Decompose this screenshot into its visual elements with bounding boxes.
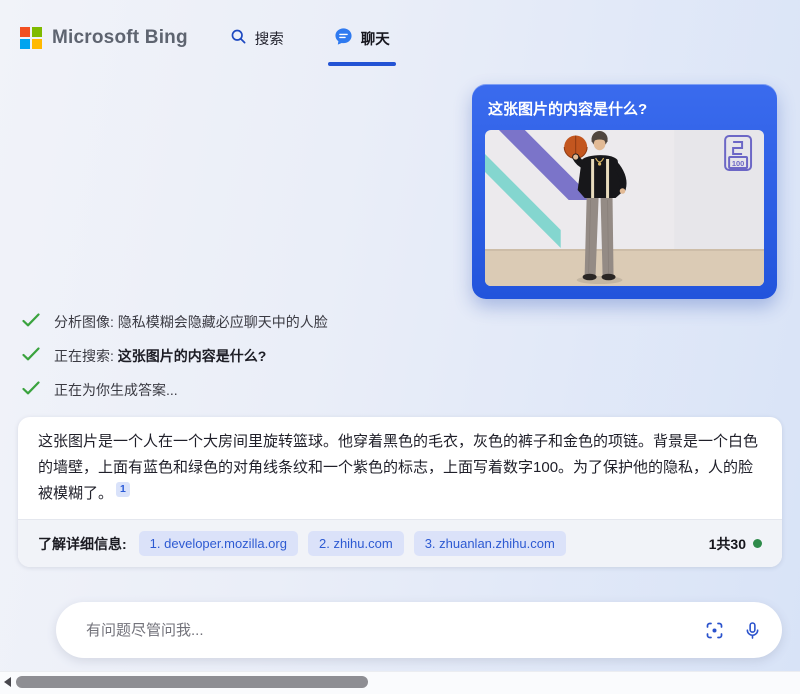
citation-link-3[interactable]: 3. zhuanlan.zhihu.com: [414, 531, 566, 556]
ms-logo-square-blue: [20, 39, 30, 49]
user-message-bubble: 这张图片的内容是什么? 100: [472, 84, 777, 299]
tab-chat[interactable]: 聊天: [334, 23, 390, 54]
brand-title[interactable]: Microsoft Bing: [52, 27, 188, 49]
check-icon: [22, 312, 40, 332]
answer-paragraph: 这张图片是一个人在一个大房间里旋转篮球。他穿着黑色的毛衣，灰色的裤子和金色的项链…: [38, 433, 758, 502]
citation-link-1[interactable]: 1. developer.mozilla.org: [139, 531, 298, 556]
response-counter: 1共30: [709, 534, 762, 554]
status-text: 正在搜索: 这张图片的内容是什么?: [54, 346, 266, 366]
user-message-text: 这张图片的内容是什么?: [488, 98, 761, 119]
bing-chat-page: Microsoft Bing 搜索 聊天 这张图片的内容是什么?: [0, 0, 800, 694]
search-icon: [230, 28, 247, 49]
answer-card: 这张图片是一个人在一个大房间里旋转篮球。他穿着黑色的毛衣，灰色的裤子和金色的项链…: [18, 417, 782, 567]
tab-search-label: 搜索: [255, 28, 284, 49]
microsoft-logo-icon[interactable]: [20, 27, 42, 49]
visual-search-icon[interactable]: [704, 620, 725, 641]
answer-footer: 了解详细信息: 1. developer.mozilla.org 2. zhih…: [18, 519, 782, 567]
tab-search[interactable]: 搜索: [230, 24, 284, 53]
ms-logo-square-red: [20, 27, 30, 37]
learn-more-label: 了解详细信息:: [38, 534, 127, 554]
check-icon: [22, 346, 40, 366]
status-text: 正在为你生成答案...: [54, 380, 178, 400]
input-icons: [704, 620, 762, 641]
microphone-icon[interactable]: [743, 620, 762, 641]
citation-footnote[interactable]: 1: [116, 482, 130, 497]
citation-links: 1. developer.mozilla.org 2. zhihu.com 3.…: [139, 531, 566, 556]
ms-logo-square-green: [32, 27, 42, 37]
status-text: 分析图像: 隐私模糊会隐藏必应聊天中的人脸: [54, 312, 328, 332]
status-row-searching: 正在搜索: 这张图片的内容是什么?: [22, 346, 328, 366]
answer-text: 这张图片是一个人在一个大房间里旋转篮球。他穿着黑色的毛衣，灰色的裤子和金色的项链…: [18, 417, 782, 519]
tab-chat-label: 聊天: [361, 28, 390, 49]
status-row-generating: 正在为你生成答案...: [22, 380, 328, 400]
ms-logo-square-yellow: [32, 39, 42, 49]
horizontal-scrollbar-thumb[interactable]: [16, 676, 368, 688]
chat-bubble-icon: [334, 27, 353, 50]
active-tab-indicator: [328, 62, 396, 66]
nav-tabs: 搜索 聊天: [230, 23, 390, 54]
uploaded-image: 100: [485, 130, 764, 286]
status-list: 分析图像: 隐私模糊会隐藏必应聊天中的人脸 正在搜索: 这张图片的内容是什么? …: [22, 312, 328, 400]
chat-input-bar: [56, 602, 782, 658]
chat-input[interactable]: [84, 621, 692, 640]
horizontal-scrollbar: [0, 671, 800, 694]
response-counter-text: 1共30: [709, 534, 746, 554]
scroll-left-arrow[interactable]: [4, 677, 11, 687]
image-badge-number: 100: [732, 159, 744, 168]
status-dot-green: [753, 539, 762, 548]
citation-link-2[interactable]: 2. zhihu.com: [308, 531, 404, 556]
check-icon: [22, 380, 40, 400]
header: Microsoft Bing 搜索 聊天: [0, 0, 800, 76]
status-row-analyze: 分析图像: 隐私模糊会隐藏必应聊天中的人脸: [22, 312, 328, 332]
